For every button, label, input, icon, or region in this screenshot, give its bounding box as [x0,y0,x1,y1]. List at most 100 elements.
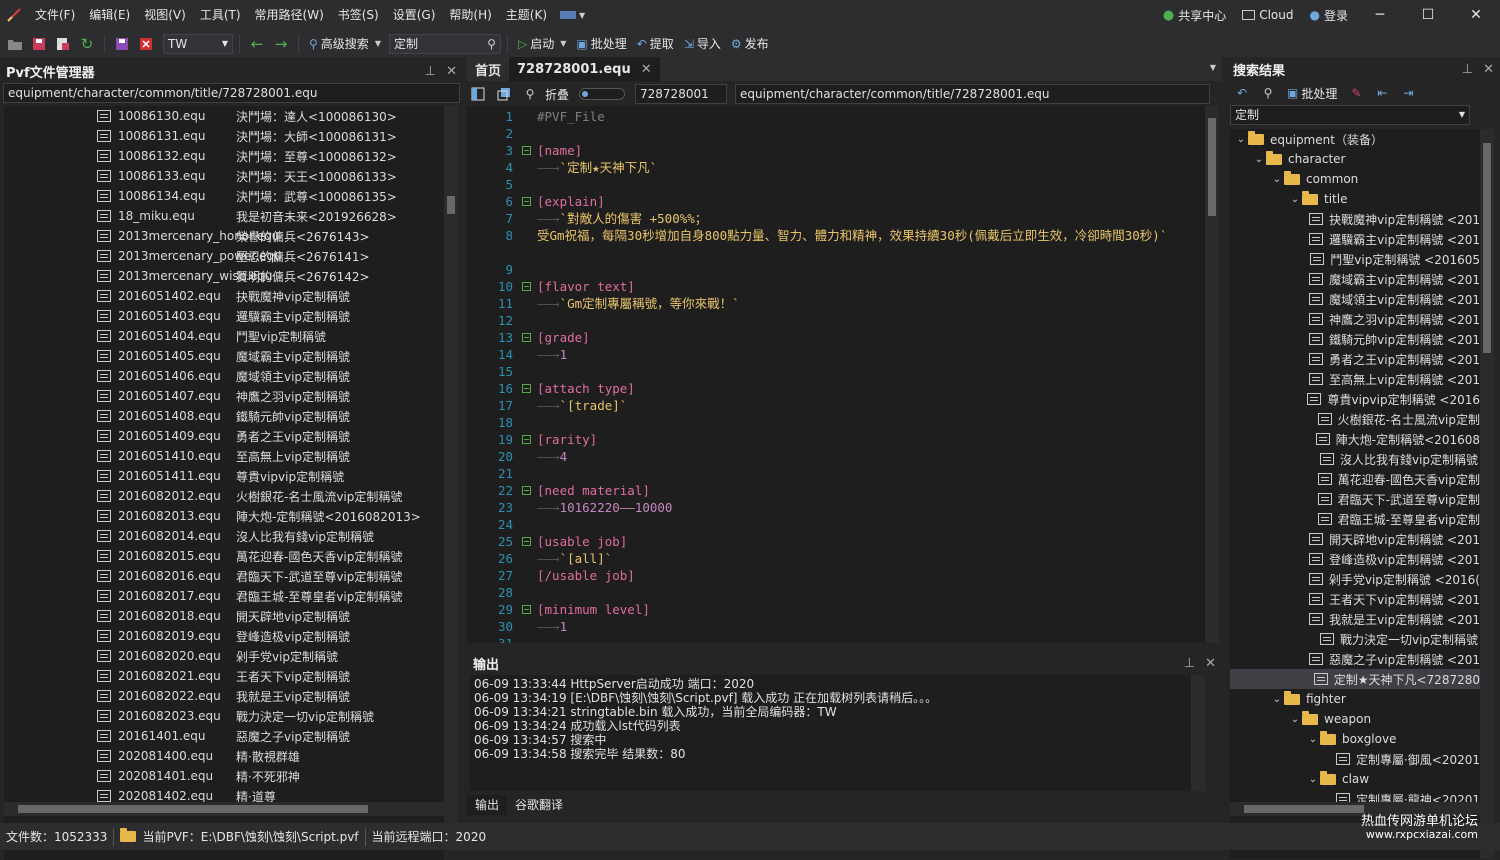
code-editor[interactable]: 1 #PVF_File 2 3 [name] 4 ——→`定制★天神下凡` 5 6 [explai… [467,106,1205,643]
tab-file[interactable]: 728728001.equ ✕ [509,57,660,81]
open-folder-icon[interactable] [4,33,26,55]
layout-icon[interactable] [467,83,489,105]
fold-marker[interactable] [515,431,537,448]
file-row[interactable]: 2016051406.equ 魔域領主vip定制稱號 [4,366,444,386]
menu-item[interactable]: 编辑(E) [82,0,137,30]
search-input[interactable]: 定制 ⚲ [388,33,501,54]
collapse-icon[interactable] [521,197,531,206]
tree-folder[interactable]: ⌄ boxglove [1230,729,1480,749]
tab-output[interactable]: 输出 [467,795,508,815]
chevron-down-icon[interactable]: ⌄ [1234,134,1248,145]
theme-color-icon[interactable]: ▼ [560,11,585,20]
tree-item[interactable]: 沒人比我有錢vip定制稱號 [1230,449,1480,469]
file-row[interactable]: 18_miku.equ 我是初音未来<201926628> [4,206,444,226]
menu-item[interactable]: 文件(F) [28,0,82,30]
file-row[interactable]: 2013mercenary_wise.equ 賢明的傭兵<2676142> [4,266,444,286]
collapse-icon[interactable] [521,146,531,155]
menu-item[interactable]: 工具(T) [193,0,248,30]
tree-item[interactable]: 邏驥霸主vip定制稱號 <201 [1230,229,1480,249]
save-icon[interactable] [28,33,50,55]
tree-folder[interactable]: ⌄ equipment（装备） [1230,129,1480,149]
file-row[interactable]: 2016051409.equ 勇者之王vip定制稱號 [4,426,444,446]
fold-marker[interactable] [515,601,537,618]
chevron-down-icon[interactable]: ▼ [375,39,381,48]
publish-button[interactable]: ⚙ 发布 [727,35,773,52]
login-link[interactable]: ● 登录 [1302,7,1357,24]
tree-folder[interactable]: ⌄ character [1230,149,1480,169]
chevron-down-icon[interactable]: ▼ [1210,63,1216,72]
menu-item[interactable]: 设置(G) [386,0,443,30]
fold-marker[interactable] [515,482,537,499]
scrollbar-thumb[interactable] [447,196,455,214]
tree-folder[interactable]: ⌄ claw [1230,769,1480,789]
file-row[interactable]: 2016082016.equ 君臨天下-武道至尊vip定制稱號 [4,566,444,586]
advanced-search-button[interactable]: ⚲ 高级搜索 [305,35,373,52]
search-batch-button[interactable]: ▣ 批处理 [1283,85,1341,102]
batch-button[interactable]: ▣ 批处理 [572,35,630,52]
collapse-icon[interactable] [521,537,531,546]
undo-icon[interactable]: ↶ [1231,82,1253,104]
fold-marker[interactable] [515,533,537,550]
chevron-down-icon[interactable]: ⌄ [1252,154,1266,165]
tree-item[interactable]: 惡魔之子vip定制稱號 <201 [1230,649,1480,669]
close-icon[interactable]: ✕ [1205,656,1216,671]
tree-folder[interactable]: ⌄ title [1230,189,1480,209]
pin-icon[interactable]: ⊥ [1184,656,1195,671]
cloud-link[interactable]: Cloud [1234,8,1301,22]
search-icon[interactable]: ⚲ [519,83,541,105]
collapse-icon[interactable] [521,605,531,614]
chevron-down-icon[interactable]: ⌄ [1270,694,1284,705]
scrollbar-thumb[interactable] [1208,118,1216,216]
file-list-scrollbar[interactable] [444,106,458,846]
collapse-icon[interactable]: ⇤ [1371,82,1393,104]
file-row[interactable]: 2013mercenary_power.equ 堅忍的傭兵<2676141> [4,246,444,266]
file-row[interactable]: 2016051410.equ 至高無上vip定制稱號 [4,446,444,466]
save-as-icon[interactable] [52,33,74,55]
tree-item[interactable]: 君臨天下-武道至尊vip定制 [1230,489,1480,509]
import-button[interactable]: ⇲ 导入 [680,35,725,52]
tree-item[interactable]: 定制★天神下凡<7287280 [1230,669,1480,689]
tree-scrollbar[interactable] [1480,129,1494,859]
fold-marker[interactable] [515,329,537,346]
fold-marker[interactable] [515,193,537,210]
id-field[interactable]: 728728001 [635,84,728,104]
editor-path-field[interactable]: equipment/character/common/title/7287280… [735,84,1211,104]
chevron-down-icon[interactable]: ⌄ [1306,734,1320,745]
tree-item[interactable]: 鬥聖vip定制稱號 <201605 [1230,249,1480,269]
file-row[interactable]: 2016051411.equ 尊貴vipvip定制稱號 [4,466,444,486]
chevron-down-icon[interactable]: ⌄ [1270,174,1284,185]
save-all-icon[interactable] [111,33,133,55]
tree-item[interactable]: 我就是王vip定制稱號 <201 [1230,609,1480,629]
file-row[interactable]: 2016051407.equ 神鷹之羽vip定制稱號 [4,386,444,406]
file-row[interactable]: 2016051403.equ 邏驥霸主vip定制稱號 [4,306,444,326]
tree-item[interactable]: 抉戰魔神vip定制稱號 <201 [1230,209,1480,229]
file-row[interactable]: 2016051402.equ 抉戰魔神vip定制稱號 [4,286,444,306]
file-row[interactable]: 2016082023.equ 戰力決定一切vip定制稱號 [4,706,444,726]
refresh-icon[interactable]: ↻ [76,33,98,55]
delete-icon[interactable] [135,33,157,55]
scrollbar-thumb[interactable] [1244,805,1364,813]
close-icon[interactable]: ✕ [641,62,652,77]
search-icon[interactable]: ⚲ [487,37,496,51]
pin-icon[interactable]: ⊥ [425,64,436,79]
file-row[interactable]: 2016082019.equ 登峰造极vip定制稱號 [4,626,444,646]
fold-marker[interactable] [515,142,537,159]
tree-folder[interactable]: ⌄ fighter [1230,689,1480,709]
chevron-down-icon[interactable]: ⌄ [1306,774,1320,785]
tree-item[interactable]: 君臨王城-至尊皇者vip定制 [1230,509,1480,529]
maximize-button[interactable]: ☐ [1404,0,1452,30]
encoding-select[interactable]: TW ▼ [163,33,233,54]
file-row[interactable]: 10086131.equ 決鬥場：大師<100086131> [4,126,444,146]
collapse-icon[interactable] [521,282,531,291]
tree-item[interactable]: 鐵騎元帥vip定制稱號 <201 [1230,329,1480,349]
copy-icon[interactable] [493,83,515,105]
menu-item[interactable]: 帮助(H) [442,0,498,30]
tree-item[interactable]: 火樹銀花-名士風流vip定制 [1230,409,1480,429]
tree-item[interactable]: 萬花迎春-國色天香vip定制 [1230,469,1480,489]
file-row[interactable]: 2016082021.equ 王者天下vip定制稱號 [4,666,444,686]
scrollbar-thumb[interactable] [1483,143,1491,353]
collapse-icon[interactable] [521,486,531,495]
extract-button[interactable]: ↶ 提取 [633,35,678,52]
tree-item[interactable]: 魔域領主vip定制稱號 <201 [1230,289,1480,309]
collapse-icon[interactable] [521,384,531,393]
